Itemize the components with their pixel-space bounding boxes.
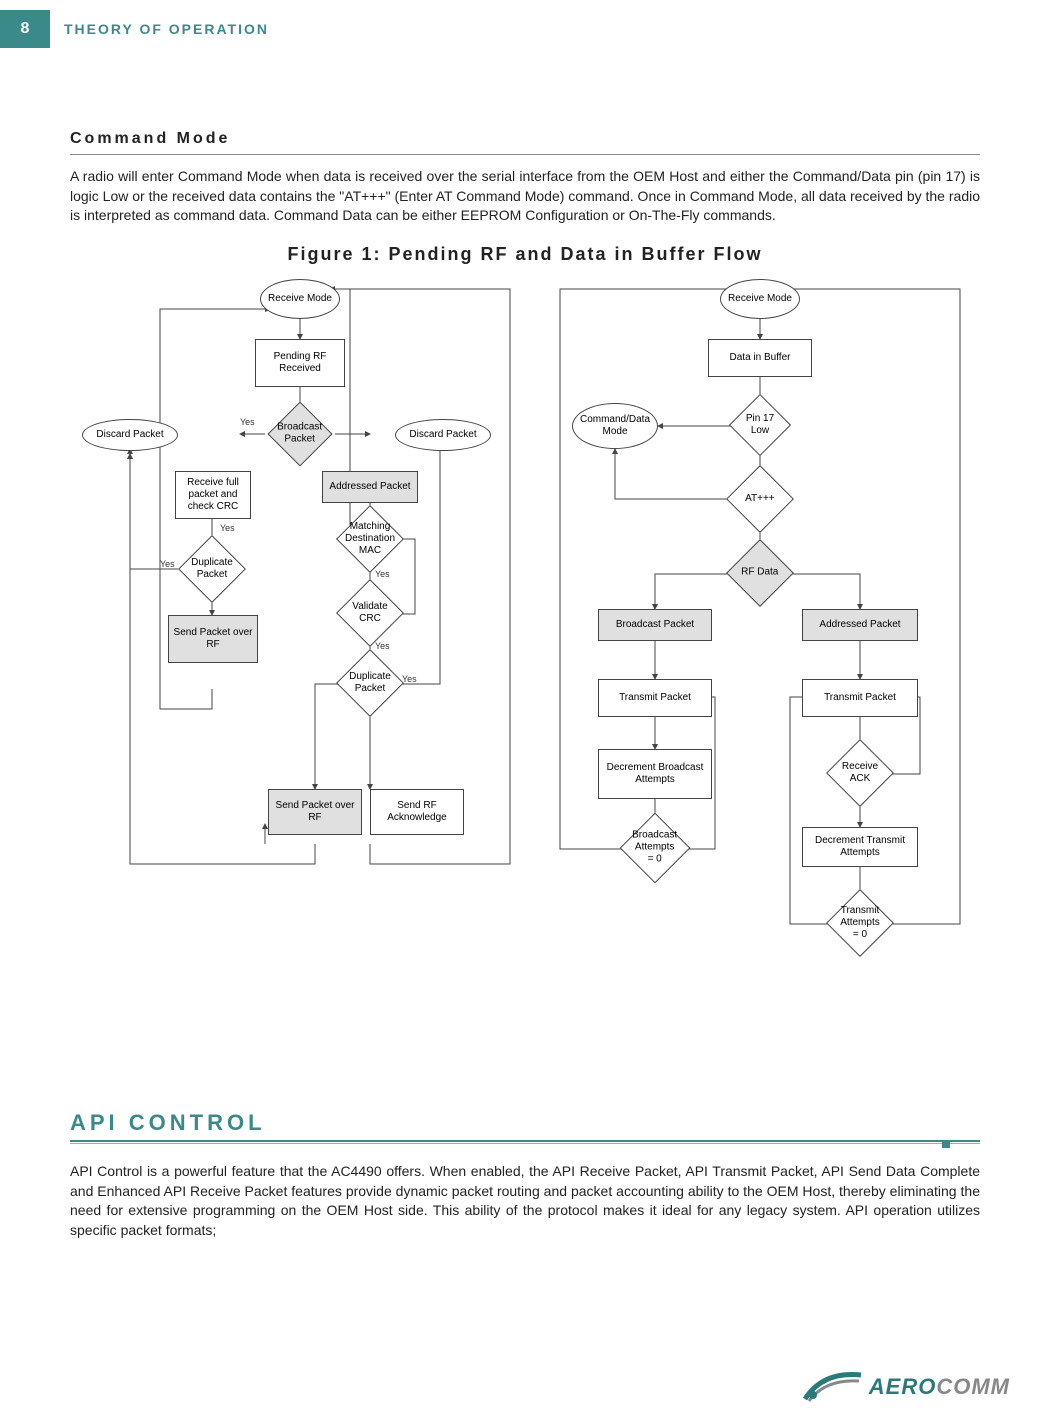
send-packet-2: Send Packet over RF xyxy=(268,789,362,835)
broadcast-packet-node: Broadcast Packet xyxy=(598,609,712,641)
at-plus-decision: AT+++ xyxy=(726,465,794,533)
duplicate-packet-1: Duplicate Packet xyxy=(178,535,246,603)
api-control-body: API Control is a powerful feature that t… xyxy=(70,1162,980,1240)
broadcast-zero-decision: Broadcast Attempts = 0 xyxy=(620,812,691,883)
yes-label: Yes xyxy=(402,674,417,684)
yes-label: Yes xyxy=(160,559,175,569)
api-rule xyxy=(70,1140,980,1144)
receive-ack-decision: Receive ACK xyxy=(826,739,894,807)
send-rf-ack: Send RF Acknowledge xyxy=(370,789,464,835)
logo-text: AEROCOMM xyxy=(869,1374,1010,1400)
decrement-transmit-node: Decrement Transmit Attempts xyxy=(802,827,918,867)
section-underline xyxy=(70,154,980,155)
command-mode-title: Command Mode xyxy=(70,130,980,148)
yes-label: Yes xyxy=(375,641,390,651)
header-title: THEORY OF OPERATION xyxy=(64,21,269,37)
page-number: 8 xyxy=(0,10,50,48)
rf-data-decision: RF Data xyxy=(726,539,794,607)
command-mode-body: A radio will enter Command Mode when dat… xyxy=(70,167,980,226)
receive-mode-node: Receive Mode xyxy=(260,279,340,319)
send-packet-1: Send Packet over RF xyxy=(168,615,258,663)
decrement-broadcast-node: Decrement Broadcast Attempts xyxy=(598,749,712,799)
discard-packet-left: Discard Packet xyxy=(82,419,178,451)
yes-label: Yes xyxy=(220,523,235,533)
validate-crc-decision: Validate CRC xyxy=(336,579,404,647)
logo-swoosh-icon xyxy=(803,1369,863,1405)
broadcast-packet-decision: Broadcast Packet xyxy=(267,401,332,466)
logo-part1: AERO xyxy=(869,1374,937,1399)
transmit-packet-1: Transmit Packet xyxy=(598,679,712,717)
figure-diagrams: Receive Mode Pending RF Received Broadca… xyxy=(70,279,980,1059)
figure-title: Figure 1: Pending RF and Data in Buffer … xyxy=(70,244,980,265)
transmit-packet-2: Transmit Packet xyxy=(802,679,918,717)
pending-rf-node: Pending RF Received xyxy=(255,339,345,387)
duplicate-packet-2: Duplicate Packet xyxy=(336,649,404,717)
aerocomm-logo: AEROCOMM xyxy=(803,1369,1010,1405)
addressed-packet-node: Addressed Packet xyxy=(802,609,918,641)
matching-mac-decision: Matching Destination MAC xyxy=(336,505,404,573)
logo-part2: COMM xyxy=(936,1374,1010,1399)
api-control-title: API CONTROL xyxy=(70,1110,980,1136)
receive-mode-node: Receive Mode xyxy=(720,279,800,319)
right-flowchart: Receive Mode Data in Buffer Command/Data… xyxy=(540,279,980,1059)
pin17-low-decision: Pin 17 Low xyxy=(729,394,791,456)
command-data-mode-node: Command/Data Mode xyxy=(572,403,658,449)
yes-label: Yes xyxy=(240,417,255,427)
left-flowchart: Receive Mode Pending RF Received Broadca… xyxy=(70,279,530,919)
data-in-buffer-node: Data in Buffer xyxy=(708,339,812,377)
addressed-packet-node: Addressed Packet xyxy=(322,471,418,503)
discard-packet-right: Discard Packet xyxy=(395,419,491,451)
transmit-zero-decision: Transmit Attempts = 0 xyxy=(826,889,894,957)
receive-full-node: Receive full packet and check CRC xyxy=(175,471,251,519)
yes-label: Yes xyxy=(375,569,390,579)
